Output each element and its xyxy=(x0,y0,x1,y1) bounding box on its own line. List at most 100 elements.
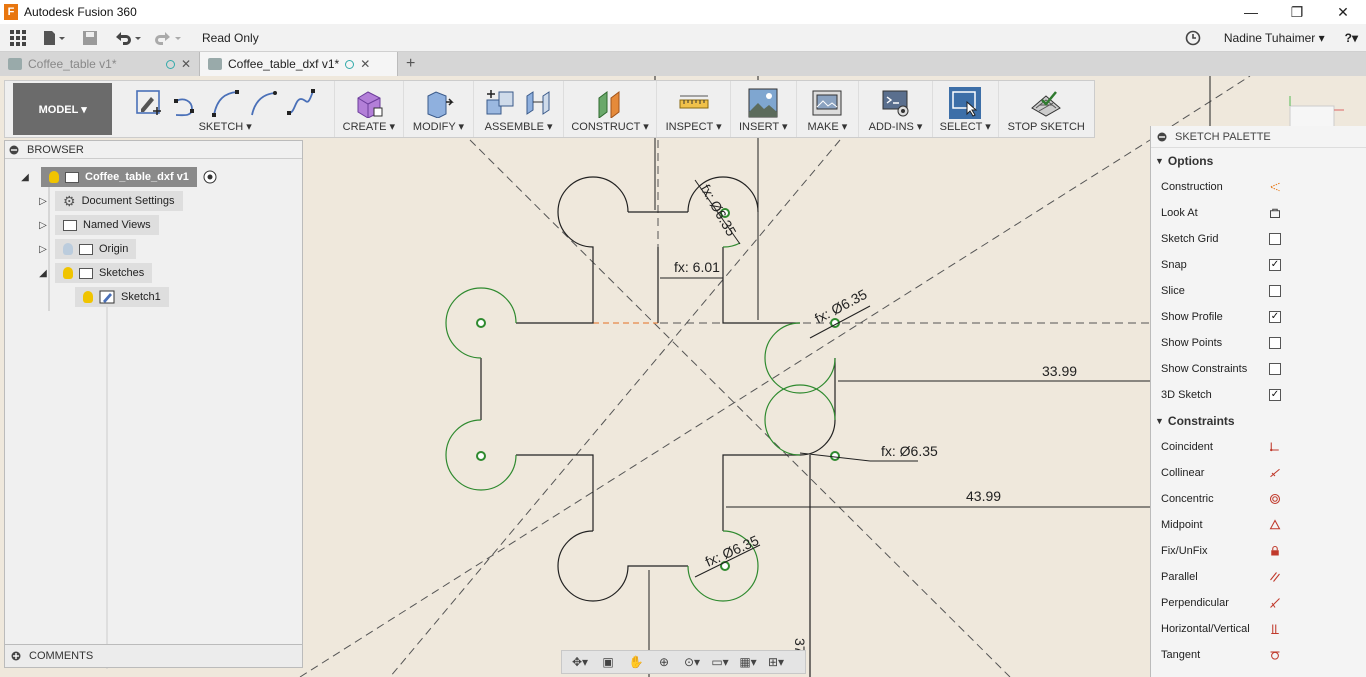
3d-sketch-checkbox[interactable]: ✓ xyxy=(1269,389,1281,401)
viewports-icon[interactable]: ⊞▾ xyxy=(764,655,788,669)
addins-group-label[interactable]: ADD-INS ▾ xyxy=(869,120,923,133)
visibility-bulb-off-icon[interactable] xyxy=(63,243,73,255)
option-snap[interactable]: Snap ✓ xyxy=(1151,252,1366,278)
display-settings-icon[interactable]: ▭▾ xyxy=(708,655,732,669)
new-tab-button[interactable]: + xyxy=(398,52,423,76)
constraint-midpoint[interactable]: Midpoint xyxy=(1151,512,1366,538)
options-section-header[interactable]: ▼ Options xyxy=(1151,148,1366,174)
option-3d-sketch[interactable]: 3D Sketch ✓ xyxy=(1151,382,1366,408)
collapse-triangle-icon[interactable]: ◢ xyxy=(19,172,31,183)
line-tool-icon[interactable] xyxy=(171,87,203,119)
option-sketch-grid[interactable]: Sketch Grid xyxy=(1151,226,1366,252)
pan-hand-icon[interactable]: ✋ xyxy=(624,655,648,669)
option-look-at[interactable]: Look At xyxy=(1151,200,1366,226)
save-icon[interactable] xyxy=(72,24,108,52)
constraint-horizontal-vertical[interactable]: Horizontal/Vertical xyxy=(1151,616,1366,642)
tree-document-settings[interactable]: ▷ ⚙ Document Settings xyxy=(37,191,183,211)
option-construction[interactable]: Construction xyxy=(1151,174,1366,200)
show-points-checkbox[interactable] xyxy=(1269,337,1281,349)
job-status-clock-icon[interactable] xyxy=(1178,24,1208,52)
option-show-constraints[interactable]: Show Constraints xyxy=(1151,356,1366,382)
stop-sketch-icon[interactable] xyxy=(1030,87,1062,119)
tree-root-node[interactable]: ◢ Coffee_table_dxf v1 xyxy=(19,167,217,187)
slice-checkbox[interactable] xyxy=(1269,285,1281,297)
visibility-bulb-icon[interactable] xyxy=(83,291,93,303)
select-window-icon[interactable] xyxy=(949,86,982,119)
expand-triangle-icon[interactable]: ▷ xyxy=(37,220,49,231)
curve-tool-icon[interactable] xyxy=(285,87,317,119)
minimize-button[interactable]: — xyxy=(1228,0,1274,24)
create-group-label[interactable]: CREATE ▾ xyxy=(343,120,395,133)
spline-tool-icon[interactable] xyxy=(209,87,241,119)
create-form-icon[interactable] xyxy=(353,87,385,119)
visibility-bulb-icon[interactable] xyxy=(63,267,73,279)
sketch-group-label[interactable]: SKETCH ▾ xyxy=(199,120,252,133)
scripts-addins-icon[interactable] xyxy=(880,87,912,119)
dimension-width[interactable]: fx: 6.01 xyxy=(674,259,720,275)
arc-tool-icon[interactable] xyxy=(247,87,279,119)
press-pull-icon[interactable] xyxy=(423,87,455,119)
show-profile-checkbox[interactable]: ✓ xyxy=(1269,311,1281,323)
collapse-triangle-icon[interactable]: ◢ xyxy=(37,268,49,279)
undo-icon[interactable] xyxy=(108,24,148,52)
constraint-collinear[interactable]: Collinear xyxy=(1151,460,1366,486)
data-panel-grid-icon[interactable] xyxy=(0,24,36,52)
select-group-label[interactable]: SELECT ▾ xyxy=(940,120,991,133)
collinear-constraint-icon[interactable] xyxy=(1269,465,1281,481)
make-group-label[interactable]: MAKE ▾ xyxy=(808,120,848,133)
center-point[interactable] xyxy=(476,318,486,328)
offset-plane-icon[interactable] xyxy=(594,87,626,119)
modify-group-label[interactable]: MODIFY ▾ xyxy=(413,120,464,133)
constraint-fix-unfix[interactable]: Fix/UnFix xyxy=(1151,538,1366,564)
create-sketch-icon[interactable] xyxy=(133,87,165,119)
collapse-icon[interactable] xyxy=(1157,132,1167,142)
maximize-button[interactable]: ❐ xyxy=(1274,0,1320,24)
constraint-tangent[interactable]: Tangent xyxy=(1151,642,1366,668)
orbit-icon[interactable]: ✥▾ xyxy=(568,655,592,669)
comments-panel[interactable]: COMMENTS xyxy=(4,644,303,668)
tangent-constraint-icon[interactable] xyxy=(1269,647,1281,663)
inspect-group-label[interactable]: INSPECT ▾ xyxy=(666,120,722,133)
coincident-constraint-icon[interactable] xyxy=(1269,439,1281,455)
insert-image-icon[interactable] xyxy=(747,87,779,119)
tree-sketches[interactable]: ◢ Sketches xyxy=(37,263,153,283)
parallel-constraint-icon[interactable] xyxy=(1269,569,1281,585)
new-component-icon[interactable] xyxy=(484,87,516,119)
assemble-group-label[interactable]: ASSEMBLE ▾ xyxy=(485,120,553,133)
constraints-section-header[interactable]: ▼ Constraints xyxy=(1151,408,1366,434)
grid-settings-icon[interactable]: ▦▾ xyxy=(736,655,760,669)
user-account-menu[interactable]: Nadine Tuhaimer ▾ xyxy=(1224,31,1325,45)
construction-icon[interactable] xyxy=(1269,179,1281,195)
show-constraints-checkbox[interactable] xyxy=(1269,363,1281,375)
snap-checkbox[interactable]: ✓ xyxy=(1269,259,1281,271)
constraint-perpendicular[interactable]: Perpendicular xyxy=(1151,590,1366,616)
midpoint-constraint-icon[interactable] xyxy=(1269,517,1281,533)
stop-sketch-label[interactable]: STOP SKETCH xyxy=(1008,121,1085,133)
3d-print-icon[interactable] xyxy=(811,87,843,119)
palette-header[interactable]: SKETCH PALETTE xyxy=(1151,126,1366,148)
tab-close-icon[interactable]: ✕ xyxy=(181,57,191,71)
dimension-right-mid-diameter[interactable]: fx: Ø6.35 xyxy=(881,443,938,459)
visibility-bulb-icon[interactable] xyxy=(49,171,59,183)
center-point[interactable] xyxy=(476,451,486,461)
tab-coffee-table[interactable]: Coffee_table v1* ✕ xyxy=(0,52,200,76)
workspace-switcher[interactable]: MODEL ▾ xyxy=(13,83,113,135)
fit-zoom-icon[interactable]: ⊙▾ xyxy=(680,655,704,669)
concentric-constraint-icon[interactable] xyxy=(1269,491,1281,507)
center-point[interactable] xyxy=(830,451,840,461)
expand-icon[interactable] xyxy=(11,651,21,661)
zoom-icon[interactable]: ⊕ xyxy=(652,655,676,669)
tab-close-icon[interactable]: ✕ xyxy=(360,57,370,71)
look-at-icon[interactable]: ▣ xyxy=(596,655,620,669)
dimension-43-99[interactable]: 43.99 xyxy=(966,488,1001,504)
insert-group-label[interactable]: INSERT ▾ xyxy=(739,120,788,133)
construct-group-label[interactable]: CONSTRUCT ▾ xyxy=(571,120,648,133)
option-show-points[interactable]: Show Points xyxy=(1151,330,1366,356)
file-menu-icon[interactable] xyxy=(36,24,72,52)
tab-coffee-table-dxf[interactable]: Coffee_table_dxf v1* ✕ xyxy=(200,52,398,76)
help-menu[interactable]: ?▾ xyxy=(1345,31,1358,45)
measure-icon[interactable] xyxy=(678,87,710,119)
activate-radio-icon[interactable] xyxy=(203,170,217,184)
constraint-coincident[interactable]: Coincident xyxy=(1151,434,1366,460)
expand-triangle-icon[interactable]: ▷ xyxy=(37,244,49,255)
